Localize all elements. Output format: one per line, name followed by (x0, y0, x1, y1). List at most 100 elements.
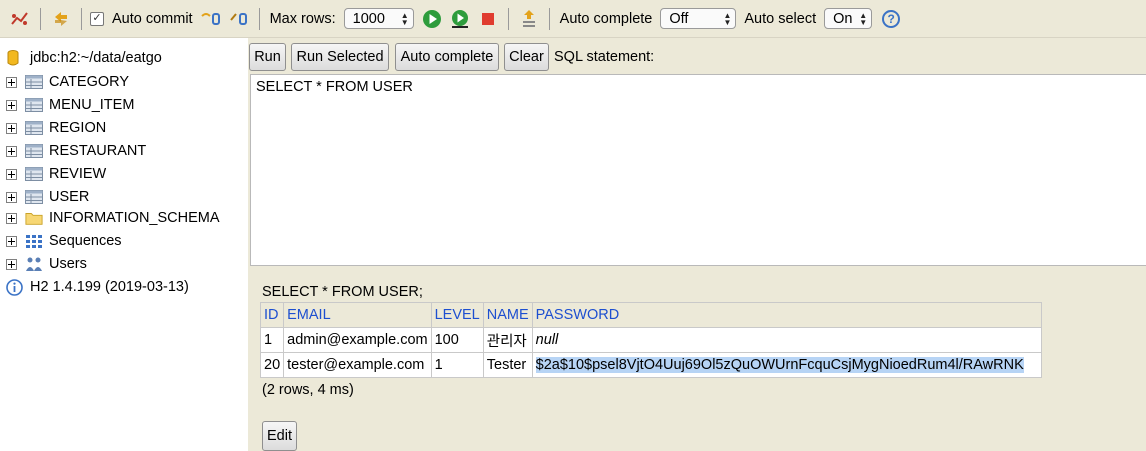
cell-level[interactable]: 100 (430, 327, 484, 353)
cell-name[interactable]: 관리자 (482, 327, 533, 353)
table-icon (25, 166, 43, 182)
tree-version: H2 1.4.199 (2019-03-13) (6, 276, 189, 298)
tree-item-label: REGION (49, 120, 107, 136)
disconnect-icon[interactable] (9, 8, 31, 30)
auto-complete-select[interactable]: Off ▲ ▼ (660, 8, 737, 29)
expand-icon[interactable] (6, 191, 17, 203)
sql-statement-label: SQL statement: (554, 49, 655, 65)
select-arrows-icon: ▲ ▼ (859, 10, 868, 27)
tree-item-label: MENU_ITEM (49, 97, 135, 113)
connection-url: jdbc:h2:~/data/eatgo (30, 50, 162, 66)
table-icon (25, 97, 43, 113)
cell-email[interactable]: tester@example.com (283, 352, 432, 378)
selected-text[interactable]: $2a$10$psel8VjtO4Uuj69Ol5zQuOWUrnFcquCsj… (535, 357, 1024, 373)
column-header-email: EMAIL (283, 302, 432, 328)
toolbar-separator (258, 7, 260, 30)
toolbar-separator (81, 7, 82, 30)
tree-item-label: USER (49, 189, 90, 205)
tree-item-table[interactable]: CATEGORY (6, 71, 129, 93)
auto-select-select[interactable]: On ▲ ▼ (824, 8, 873, 29)
database-icon (6, 50, 24, 66)
cell-email[interactable]: admin@example.com (283, 327, 432, 353)
column-header-password: PASSWORD (531, 302, 1042, 328)
edit-button[interactable]: Edit (262, 421, 297, 451)
folder-icon (25, 210, 43, 226)
auto-select-label: Auto select (744, 10, 817, 27)
auto-select-value: On (833, 10, 853, 27)
commit-icon[interactable] (228, 8, 250, 30)
expand-icon[interactable] (6, 168, 17, 180)
column-header-level: LEVEL (430, 302, 484, 328)
tree-item-table[interactable]: REVIEW (6, 163, 106, 185)
tree-item-label: INFORMATION_SCHEMA (49, 210, 220, 226)
select-arrows-icon: ▲ ▼ (723, 10, 732, 27)
version-label: H2 1.4.199 (2019-03-13) (30, 279, 189, 295)
expand-icon[interactable] (6, 122, 17, 134)
tree-item-label: Sequences (49, 233, 122, 249)
tree-item-information-schema[interactable]: INFORMATION_SCHEMA (6, 207, 220, 229)
rollback-icon[interactable] (200, 8, 222, 30)
table-icon (25, 74, 43, 90)
stop-icon[interactable] (477, 8, 499, 30)
expand-icon[interactable] (6, 99, 17, 111)
table-row: 1 admin@example.com 100 관리자 null (259, 327, 1042, 353)
tree-item-label: RESTAURANT (49, 143, 147, 159)
result-command: SELECT * FROM USER; (262, 284, 423, 300)
table-icon (25, 143, 43, 159)
run-selected-button[interactable]: Run Selected (291, 43, 389, 71)
sql-editor[interactable]: SELECT * FROM USER (250, 74, 1146, 266)
query-panel: Run Run Selected Auto complete Clear SQL… (248, 38, 1146, 451)
auto-commit-checkbox[interactable] (90, 11, 104, 26)
auto-commit-label: Auto commit (112, 10, 193, 27)
table-icon (25, 189, 43, 205)
table-icon (25, 120, 43, 136)
result-table: ID EMAIL LEVEL NAME PASSWORD 1 admin@exa… (259, 302, 1042, 378)
clear-button[interactable]: Clear (504, 43, 549, 71)
toolbar-separator (548, 7, 550, 30)
sequences-icon (25, 233, 43, 249)
expand-icon[interactable] (6, 145, 17, 157)
tree-connection[interactable]: jdbc:h2:~/data/eatgo (6, 47, 162, 69)
max-rows-value: 1000 (352, 10, 385, 27)
select-arrows-icon: ▲ ▼ (400, 10, 409, 27)
refresh-icon[interactable] (50, 8, 72, 30)
help-icon[interactable]: ? (882, 9, 901, 28)
result-header-row: ID EMAIL LEVEL NAME PASSWORD (259, 302, 1042, 328)
max-rows-label: Max rows: (269, 10, 336, 27)
auto-complete-button[interactable]: Auto complete (395, 43, 499, 71)
expand-icon[interactable] (6, 212, 17, 224)
expand-icon[interactable] (6, 235, 17, 247)
expand-icon[interactable] (6, 258, 17, 270)
schema-tree: jdbc:h2:~/data/eatgo CATEGORY MENU_ITEM RE… (0, 38, 248, 451)
cell-id[interactable]: 20 (259, 352, 285, 378)
tree-item-table[interactable]: USER (6, 186, 89, 208)
tree-item-table[interactable]: REGION (6, 117, 106, 139)
toolbar: Auto commit Max rows: 1000 ▲▼ Auto compl… (0, 0, 1146, 38)
toolbar-separator (40, 7, 41, 30)
tree-item-table[interactable]: RESTAURANT (6, 140, 146, 162)
run-button[interactable]: Run (249, 43, 286, 71)
tree-item-label: Users (49, 256, 87, 272)
cell-level[interactable]: 1 (430, 352, 484, 378)
run-selected-icon[interactable] (449, 8, 471, 30)
users-icon (25, 256, 43, 272)
info-icon (6, 278, 24, 296)
tree-item-users[interactable]: Users (6, 253, 87, 275)
toolbar-separator (507, 7, 509, 30)
tree-item-table[interactable]: MENU_ITEM (6, 94, 134, 116)
cell-password[interactable]: null (531, 327, 1042, 353)
auto-complete-label: Auto complete (559, 10, 653, 27)
tree-item-sequences[interactable]: Sequences (6, 230, 122, 252)
history-icon[interactable] (518, 8, 540, 30)
tree-item-label: REVIEW (49, 166, 107, 182)
auto-complete-value: Off (669, 10, 689, 27)
column-header-name: NAME (482, 302, 533, 328)
run-icon[interactable] (421, 8, 443, 30)
expand-icon[interactable] (6, 76, 17, 88)
cell-password[interactable]: $2a$10$psel8VjtO4Uuj69Ol5zQuOWUrnFcquCsj… (531, 352, 1042, 378)
cell-name[interactable]: Tester (482, 352, 533, 378)
result-summary: (2 rows, 4 ms) (262, 382, 354, 398)
cell-id[interactable]: 1 (259, 327, 285, 353)
tree-item-label: CATEGORY (49, 74, 130, 90)
max-rows-select[interactable]: 1000 ▲ ▼ (343, 8, 414, 29)
